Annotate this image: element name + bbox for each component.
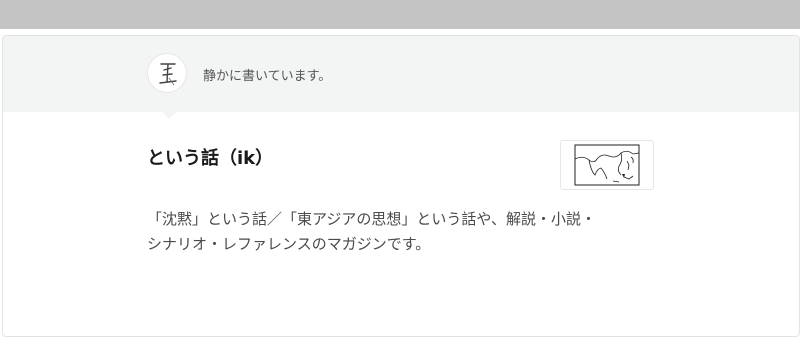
magazine-card[interactable]: 静かに書いています。 という話（ik） 「沈黙」という話／「東アジアの思想」とい… [2, 35, 800, 337]
avatar-speech-tail [162, 112, 176, 119]
description-line: 「沈黙」という話／「東アジアの思想」という話や、解説・小説・ [147, 210, 596, 228]
description-line: シナリオ・レファレンスのマガジンです。 [147, 235, 431, 253]
east-asia-map-icon[interactable] [560, 140, 654, 190]
magazine-description: 「沈黙」という話／「東アジアの思想」という話や、解説・小説・ シナリオ・レファレ… [147, 207, 667, 257]
calligraphy-logo-icon[interactable] [147, 53, 187, 93]
browser-top-bar [0, 0, 800, 29]
magazine-title[interactable]: という話（ik） [147, 144, 273, 170]
tagline: 静かに書いています。 [203, 69, 332, 84]
card-header [3, 36, 799, 112]
